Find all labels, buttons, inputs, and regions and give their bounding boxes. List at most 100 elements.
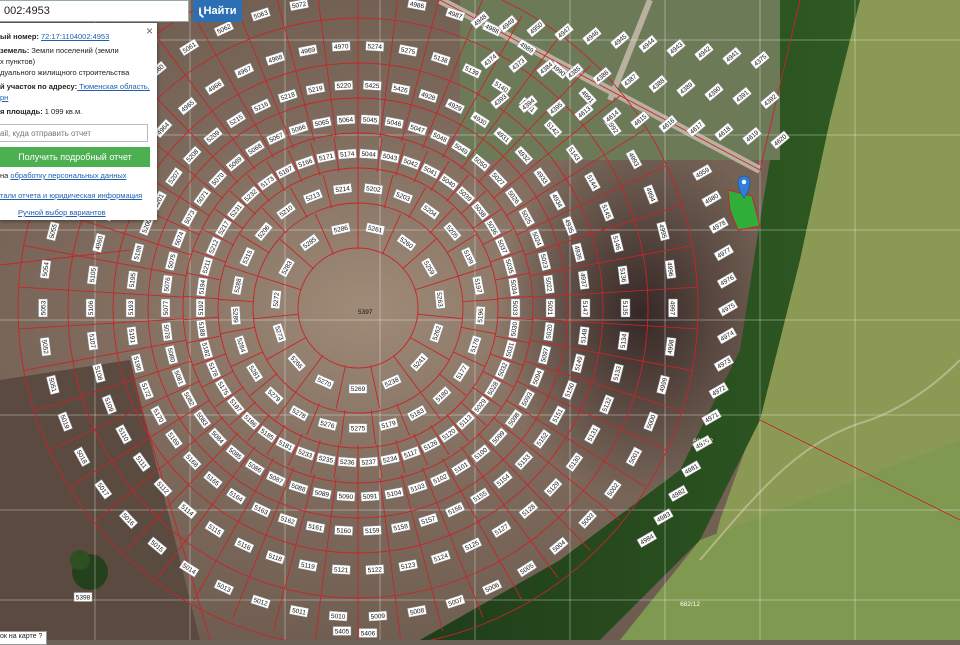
- consent-prefix: на: [0, 171, 11, 180]
- svg-text:4970: 4970: [334, 43, 349, 51]
- parcel-label[interactable]: 5077: [160, 298, 171, 318]
- area-label: я площадь:: [0, 107, 43, 116]
- close-icon[interactable]: ×: [146, 25, 153, 37]
- parcel-label[interactable]: 5174: [337, 148, 357, 160]
- parcel-label[interactable]: 5196: [474, 305, 486, 326]
- svg-text:5147: 5147: [581, 301, 588, 316]
- parcel-label[interactable]: 4998: [664, 336, 677, 357]
- details-link[interactable]: тали отчета и юридическая информация: [0, 191, 142, 200]
- svg-text:682/12: 682/12: [693, 438, 713, 445]
- parcel-label[interactable]: 5010: [328, 610, 348, 622]
- svg-text:5237: 5237: [361, 459, 376, 467]
- search-input[interactable]: [0, 0, 189, 22]
- address-link-2[interactable]: рн: [0, 93, 8, 102]
- address-link[interactable]: Тюменская область,: [77, 82, 150, 91]
- svg-text:4997: 4997: [669, 301, 676, 316]
- land-category-row: земель: Земли поселений (земли: [0, 46, 119, 55]
- cadastral-label: ый номер:: [0, 32, 39, 41]
- parcel-label[interactable]: 5021: [545, 298, 556, 318]
- svg-text:5033: 5033: [511, 301, 518, 316]
- parcel-label[interactable]: 5076: [161, 274, 173, 295]
- parcel-label[interactable]: 5160: [334, 525, 354, 536]
- address-row-2: рн: [0, 93, 8, 102]
- svg-text:5192: 5192: [198, 300, 205, 315]
- other-parcel-label[interactable]: 5405: [332, 626, 352, 636]
- parcel-label[interactable]: 5121: [331, 564, 351, 575]
- parcel-label[interactable]: 5236: [337, 456, 357, 468]
- search-button-label: Найти: [203, 5, 237, 17]
- search-icon: [198, 6, 201, 16]
- other-parcel-label[interactable]: 5406: [358, 628, 378, 638]
- details-row: тали отчета и юридическая информация: [0, 191, 142, 200]
- parcel-label[interactable]: 5274: [365, 41, 385, 52]
- parcel-label[interactable]: 5105: [86, 265, 99, 285]
- svg-text:5193: 5193: [128, 300, 135, 315]
- svg-text:5045: 5045: [363, 117, 378, 125]
- svg-text:5044: 5044: [361, 151, 376, 159]
- parcel-label[interactable]: 5425: [362, 80, 382, 91]
- parcel-label[interactable]: 5134: [617, 331, 630, 351]
- svg-text:5010: 5010: [331, 613, 346, 621]
- parcel-label[interactable]: 5090: [336, 490, 356, 502]
- parcel-label[interactable]: 5106: [85, 298, 96, 318]
- parcel-info-panel: × ый номер: 72:17:1104002:4953 земель: З…: [0, 23, 157, 220]
- parcel-label[interactable]: 5044: [359, 148, 379, 160]
- parcel-label[interactable]: 5045: [360, 114, 380, 126]
- parcel-label[interactable]: 5053: [38, 298, 48, 318]
- parcel-label[interactable]: 5078: [161, 321, 173, 342]
- parcel-label[interactable]: 4996: [664, 259, 677, 280]
- svg-text:5106: 5106: [88, 300, 95, 315]
- svg-text:5135: 5135: [621, 301, 628, 316]
- parcel-label[interactable]: 5275: [348, 423, 368, 433]
- parcel-label[interactable]: 5202: [363, 183, 384, 195]
- parcel-label[interactable]: 5091: [360, 490, 380, 502]
- parcel-label[interactable]: 5159: [362, 525, 382, 536]
- parcel-label[interactable]: 5022: [543, 274, 555, 295]
- parcel-label[interactable]: 5052: [39, 336, 52, 357]
- parcel-label[interactable]: 4997: [668, 298, 678, 318]
- svg-text:5236: 5236: [340, 459, 355, 467]
- svg-text:5091: 5091: [363, 493, 378, 501]
- parcel-label[interactable]: 5147: [580, 298, 591, 318]
- get-report-button[interactable]: Получить подробный отчет: [0, 147, 150, 167]
- svg-text:5021: 5021: [546, 301, 553, 316]
- svg-text:682/12: 682/12: [680, 601, 700, 608]
- parcel-label[interactable]: 5192: [195, 298, 206, 318]
- parcel-label[interactable]: 5135: [620, 298, 631, 318]
- parcel-label[interactable]: 5214: [332, 183, 353, 195]
- svg-text:5289: 5289: [231, 308, 239, 323]
- manual-row: Ручной выбор вариантов: [18, 208, 106, 217]
- parcel-label[interactable]: 5136: [617, 265, 630, 285]
- consent-link[interactable]: обработку персональных данных: [10, 171, 126, 180]
- parcel-label[interactable]: 5054: [39, 259, 52, 280]
- permitted-use-value: дуального жилищного строительства: [0, 68, 130, 77]
- parcel-label[interactable]: 5193: [125, 298, 136, 318]
- parcel-label[interactable]: 5064: [336, 114, 356, 126]
- road-parcel-label[interactable]: 682/12: [693, 438, 713, 445]
- parcel-label[interactable]: 5269: [348, 384, 368, 394]
- svg-text:5406: 5406: [361, 630, 376, 637]
- parcel-label[interactable]: 5263: [434, 289, 446, 310]
- parcel-label[interactable]: 5195: [126, 270, 139, 290]
- parcel-label[interactable]: 4970: [331, 41, 351, 52]
- parcel-label[interactable]: 4937: [577, 270, 590, 290]
- cadastral-number-link[interactable]: 72:17:1104002:4953: [41, 32, 109, 41]
- parcel-label[interactable]: 5009: [368, 610, 388, 622]
- parcel-label[interactable]: 5220: [334, 80, 354, 91]
- parcel-label[interactable]: 5107: [86, 331, 99, 351]
- bottom-map-tab[interactable]: ок на карте ?: [0, 631, 48, 645]
- parcel-label[interactable]: 5237: [359, 456, 379, 468]
- other-parcel-label[interactable]: 5398: [73, 592, 93, 602]
- svg-text:5160: 5160: [336, 527, 351, 535]
- parcel-label[interactable]: 5122: [365, 564, 385, 575]
- road-parcel-label[interactable]: 682/12: [680, 601, 700, 608]
- parcel-label[interactable]: 5289: [230, 305, 242, 326]
- parcel-label[interactable]: 5033: [510, 298, 521, 318]
- parcel-label[interactable]: 5148: [577, 326, 590, 346]
- email-input[interactable]: [0, 124, 148, 142]
- search-button[interactable]: Найти: [193, 0, 242, 22]
- parcel-label[interactable]: 5191: [126, 326, 139, 346]
- parcel-label[interactable]: 5020: [543, 321, 555, 342]
- manual-selection-link[interactable]: Ручной выбор вариантов: [18, 208, 106, 217]
- parcel-label[interactable]: 5272: [270, 289, 282, 310]
